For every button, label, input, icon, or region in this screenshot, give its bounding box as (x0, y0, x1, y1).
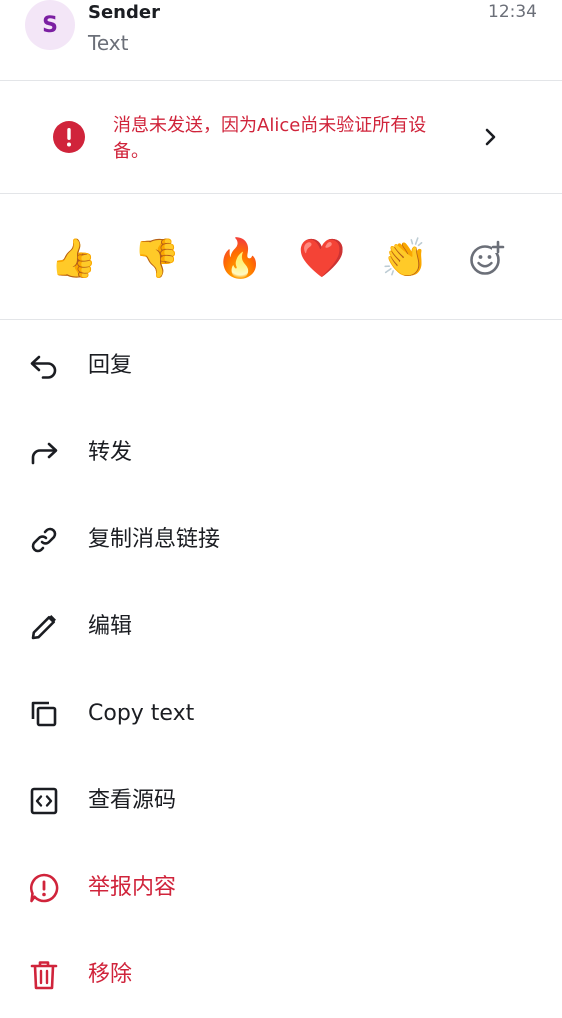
menu-item-view-source[interactable]: 查看源码 (0, 757, 562, 844)
reaction-heart[interactable]: ❤️ (298, 234, 346, 282)
chevron-right-icon (485, 128, 496, 146)
trash-icon (30, 961, 58, 990)
menu-item-label: 复制消息链接 (88, 527, 221, 552)
error-icon (53, 121, 85, 153)
menu-item-label: 回复 (88, 353, 133, 378)
reaction-thumbs-up[interactable]: 👍 (50, 234, 98, 282)
avatar: S (25, 0, 75, 50)
menu-item-copy-link[interactable]: 复制消息链接 (0, 496, 562, 583)
menu-item-label: 举报内容 (88, 875, 177, 900)
forward-icon (31, 442, 58, 465)
message-preview: S Sender Text 12:34 (0, 0, 562, 80)
link-icon (31, 527, 57, 553)
divider (0, 319, 562, 320)
menu-item-edit[interactable]: 编辑 (0, 583, 562, 670)
menu-item-label: 查看源码 (88, 788, 177, 813)
add-reaction-icon[interactable] (468, 239, 506, 277)
code-icon (30, 787, 58, 815)
sender-name: Sender (88, 2, 160, 23)
copy-icon (31, 701, 57, 727)
menu-item-forward[interactable]: 转发 (0, 409, 562, 496)
reaction-thumbs-down[interactable]: 👎 (133, 234, 181, 282)
menu-item-label: 转发 (88, 440, 133, 465)
menu-item-remove[interactable]: 移除 (0, 931, 562, 1018)
message-text: Text (88, 31, 129, 55)
menu-item-reply[interactable]: 回复 (0, 322, 562, 409)
menu-item-report[interactable]: 举报内容 (0, 844, 562, 931)
message-timestamp: 12:34 (488, 2, 537, 22)
reaction-clap[interactable]: 👏 (381, 234, 429, 282)
menu-item-label: 编辑 (88, 614, 133, 639)
menu-item-label: 移除 (88, 962, 133, 987)
report-icon (29, 873, 59, 903)
reply-icon (30, 355, 57, 379)
pencil-icon (31, 615, 56, 640)
menu-item-label: Copy text (88, 701, 195, 726)
unsent-warning[interactable]: 消息未发送，因为Alice尚未验证所有设备。 (0, 81, 562, 193)
reaction-fire[interactable]: 🔥 (216, 234, 264, 282)
menu-item-copy-text[interactable]: Copy text (0, 670, 562, 757)
reactions-row: 👍 👎 🔥 ❤️ 👏 (0, 194, 562, 319)
warning-text: 消息未发送，因为Alice尚未验证所有设备。 (113, 115, 427, 162)
